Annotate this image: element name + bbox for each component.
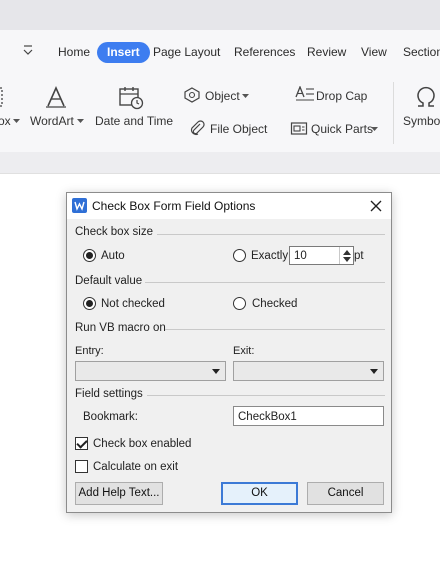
- omega-symbol-icon[interactable]: [414, 85, 438, 109]
- quick-parts-icon[interactable]: [290, 120, 308, 136]
- window-titlebar: [0, 0, 440, 30]
- textbox-button-label[interactable]: ox: [0, 114, 11, 128]
- textbox-icon[interactable]: [0, 86, 6, 108]
- calculate-on-exit-checkbox[interactable]: [75, 460, 88, 473]
- macro-group-label: Run VB macro on: [75, 322, 166, 334]
- dialog-title: Check Box Form Field Options: [92, 199, 256, 213]
- chevron-down-icon: [77, 119, 84, 123]
- group-divider: [165, 329, 385, 330]
- object-icon[interactable]: [184, 87, 200, 103]
- entry-label: Entry:: [75, 345, 104, 357]
- spin-down-icon[interactable]: [343, 257, 351, 262]
- bookmark-input-value[interactable]: CheckBox1: [238, 411, 297, 423]
- not-checked-label[interactable]: Not checked: [101, 298, 165, 310]
- cancel-button[interactable]: Cancel: [307, 482, 384, 505]
- tab-home[interactable]: Home: [58, 45, 90, 59]
- group-divider: [157, 234, 385, 235]
- default-value-group-label: Default value: [75, 275, 143, 287]
- size-auto-radio[interactable]: [83, 249, 96, 262]
- group-divider: [145, 282, 385, 283]
- quick-parts-button-label[interactable]: Quick Parts: [311, 122, 373, 136]
- group-divider: [147, 395, 385, 396]
- checked-label[interactable]: Checked: [252, 298, 297, 310]
- ribbon-separator: [393, 82, 394, 144]
- dialog-titlebar: Check Box Form Field Options: [67, 193, 391, 219]
- ribbon-insert-panel: ox WordArt Date and Time Object File Obj…: [0, 74, 440, 152]
- ribbon-tab-bar: Home Insert Page Layout References Revie…: [0, 30, 440, 74]
- chevron-down-icon: [242, 94, 249, 98]
- tab-view[interactable]: View: [361, 45, 387, 59]
- size-exactly-radio[interactable]: [233, 249, 246, 262]
- quick-access-caret-icon[interactable]: [22, 44, 34, 58]
- close-icon[interactable]: [366, 196, 386, 216]
- tab-references[interactable]: References: [234, 45, 295, 59]
- check-box-enabled-label[interactable]: Check box enabled: [93, 438, 191, 450]
- date-time-button-label[interactable]: Date and Time: [95, 114, 173, 128]
- entry-macro-select[interactable]: [75, 361, 226, 381]
- chevron-down-icon[interactable]: [212, 369, 220, 374]
- size-spinner[interactable]: 10: [289, 246, 354, 265]
- wordart-button-label[interactable]: WordArt: [30, 114, 74, 128]
- wordart-icon[interactable]: [44, 85, 68, 109]
- ok-button[interactable]: OK: [221, 482, 298, 505]
- file-object-button-label[interactable]: File Object: [210, 122, 267, 136]
- chevron-down-icon: [13, 119, 20, 123]
- drop-cap-icon[interactable]: [295, 86, 315, 103]
- size-unit-label: pt: [354, 250, 364, 262]
- calculate-on-exit-label[interactable]: Calculate on exit: [93, 461, 178, 473]
- bookmark-label: Bookmark:: [83, 411, 138, 423]
- check-box-size-group-label: Check box size: [75, 226, 153, 238]
- tab-page-layout[interactable]: Page Layout: [153, 45, 220, 59]
- exit-macro-select[interactable]: [233, 361, 384, 381]
- field-settings-group-label: Field settings: [75, 388, 143, 400]
- wps-app-icon: [72, 198, 87, 213]
- paperclip-icon[interactable]: [189, 120, 205, 136]
- checked-radio[interactable]: [233, 297, 246, 310]
- tab-section[interactable]: Section: [403, 45, 440, 59]
- size-spinner-value[interactable]: 10: [294, 250, 307, 262]
- spinner-arrows[interactable]: [339, 247, 353, 264]
- bookmark-input[interactable]: CheckBox1: [233, 406, 384, 426]
- chevron-down-icon: [371, 127, 378, 131]
- exit-label: Exit:: [233, 345, 255, 357]
- symbol-button-label[interactable]: Symbol: [403, 114, 440, 128]
- check-box-options-dialog: Check Box Form Field Options Check box s…: [66, 192, 392, 513]
- not-checked-radio[interactable]: [83, 297, 96, 310]
- add-help-text-button[interactable]: Add Help Text...: [75, 482, 163, 505]
- tab-review[interactable]: Review: [307, 45, 346, 59]
- spin-up-icon[interactable]: [343, 250, 351, 255]
- calendar-clock-icon[interactable]: [118, 85, 144, 110]
- ribbon-footer: [0, 152, 440, 174]
- check-box-enabled-checkbox[interactable]: [75, 437, 88, 450]
- size-auto-label[interactable]: Auto: [101, 250, 125, 262]
- object-button-label[interactable]: Object: [205, 89, 240, 103]
- size-exactly-label[interactable]: Exactly: [251, 250, 288, 262]
- tab-insert[interactable]: Insert: [97, 42, 150, 63]
- chevron-down-icon[interactable]: [370, 369, 378, 374]
- drop-cap-button-label[interactable]: Drop Cap: [316, 89, 367, 103]
